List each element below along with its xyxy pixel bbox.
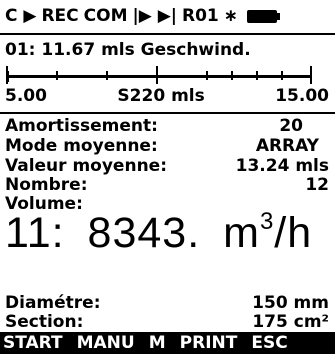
divider — [0, 33, 335, 35]
dim-value: 175 cm² — [252, 312, 329, 332]
status-bar: C ▶ REC COM |▶ ▶| R01 ∗ — [5, 2, 329, 30]
dim-label: Diamétre: — [5, 293, 101, 313]
divider — [0, 112, 335, 114]
param-row: Nombre: 12 — [5, 175, 329, 196]
param-label: Mode moyenne: — [5, 136, 158, 156]
scale-labels: 5.00 S220 mls 15.00 — [5, 86, 329, 110]
scale-fill — [6, 71, 162, 82]
scale-tick — [156, 66, 158, 84]
scale-tick — [256, 71, 258, 80]
scale-max: 15.00 — [275, 86, 329, 106]
param-value: ARRAY — [255, 136, 319, 156]
main-reading-unit-exp: 3 — [259, 208, 275, 235]
softkey-print[interactable]: PRINT — [180, 333, 238, 353]
rec-indicator: REC — [41, 6, 79, 26]
main-reading-unit-suffix: /h — [274, 209, 313, 257]
param-row: Amortissement: 20 — [5, 116, 329, 137]
channel-reading: 01: 11.67 mls Geschwind. — [5, 40, 251, 60]
dim-row: Section: 175 cm² — [5, 312, 329, 333]
scale-tick — [281, 71, 283, 80]
scale-tick — [56, 71, 58, 80]
softkey-m[interactable]: M — [149, 333, 166, 353]
scale-tick — [206, 71, 208, 80]
param-row: Valeur moyenne: 13.24 mls — [5, 156, 329, 177]
param-value: 20 — [279, 116, 303, 136]
param-value: 12 — [305, 175, 329, 195]
param-label: Amortissement: — [5, 116, 158, 136]
dim-row: Diamétre: 150 mm — [5, 293, 329, 314]
scale-tick — [6, 66, 8, 84]
battery-icon — [247, 9, 280, 23]
playback-icon: |▶ ▶| — [132, 6, 177, 26]
softkey-bar: START MANU M PRINT ESC — [0, 332, 335, 354]
scale-min: 5.00 — [5, 86, 47, 106]
scale-tick — [310, 66, 312, 84]
softkey-esc[interactable]: ESC — [251, 333, 287, 353]
channel-indicator: C ▶ — [5, 6, 37, 26]
param-label: Nombre: — [5, 175, 88, 195]
softkey-manu[interactable]: MANU — [77, 333, 135, 353]
star-icon: ∗ — [223, 6, 238, 26]
main-reading-prefix: 11: — [5, 209, 65, 257]
param-value: 13.24 mls — [235, 156, 329, 176]
scale-tick — [231, 71, 233, 80]
dim-value: 150 mm — [252, 293, 329, 313]
main-reading-unit: m — [223, 209, 260, 257]
main-reading-value: 8343. — [87, 209, 201, 257]
param-label: Valeur moyenne: — [5, 156, 167, 176]
softkey-start[interactable]: START — [3, 333, 63, 353]
scale-center: S220 mls — [117, 86, 205, 106]
bar-scale — [6, 66, 312, 84]
scale-tick — [106, 71, 108, 80]
main-reading: 11: 8343. m3/h — [5, 208, 329, 266]
dim-label: Section: — [5, 312, 84, 332]
instrument-display: C ▶ REC COM |▶ ▶| R01 ∗ 01: 11.67 mls Ge… — [0, 0, 335, 354]
rom-indicator: R01 — [182, 6, 219, 26]
com-indicator: COM — [83, 6, 128, 26]
param-row: Mode moyenne: ARRAY — [5, 136, 329, 157]
